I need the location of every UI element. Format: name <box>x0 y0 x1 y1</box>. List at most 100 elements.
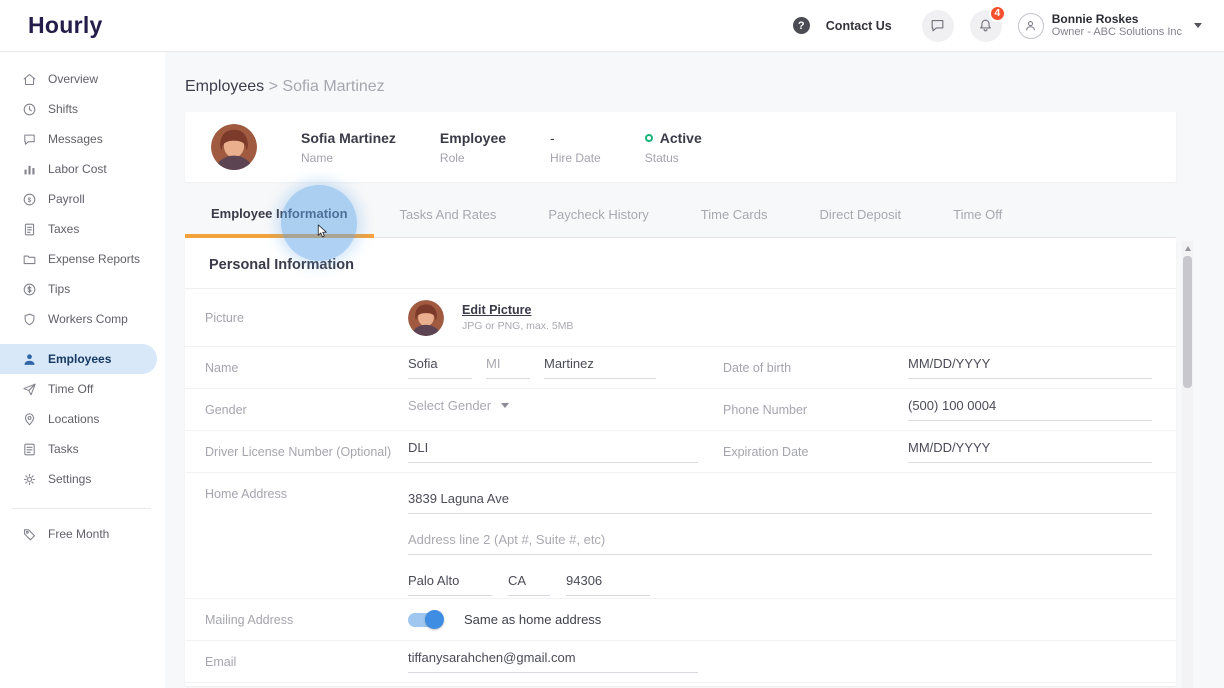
svg-text:$: $ <box>28 197 32 204</box>
city-input[interactable]: Palo Alto <box>408 573 492 596</box>
sidebar-item-label: Workers Comp <box>48 312 128 326</box>
user-menu[interactable]: Bonnie Roskes Owner - ABC Solutions Inc <box>1017 12 1202 39</box>
sidebar-item-settings[interactable]: Settings <box>0 464 165 494</box>
summary-name-label: Name <box>301 150 334 165</box>
first-name-input[interactable]: Sofia <box>408 356 472 379</box>
sidebar-item-employees[interactable]: Employees <box>0 344 157 374</box>
summary-name-value: Sofia Martinez <box>301 129 396 146</box>
toggle-knob <box>425 609 444 629</box>
breadcrumb: Employees > Sofia Martinez <box>185 78 1224 96</box>
user-name: Bonnie Roskes <box>1051 12 1139 26</box>
expiration-label: Expiration Date <box>723 444 809 459</box>
tab-time-cards[interactable]: Time Cards <box>675 192 794 237</box>
mailing-address-label: Mailing Address <box>205 612 294 627</box>
toggle-label: Same as home address <box>464 612 602 627</box>
chevron-down-icon <box>501 403 510 408</box>
sidebar-item-label: Tips <box>48 282 71 296</box>
dollar-circle-icon: $ <box>23 193 36 205</box>
sidebar-item-locations[interactable]: Locations <box>0 404 165 434</box>
clock-icon <box>23 103 36 115</box>
home-address-label: Home Address <box>205 487 287 501</box>
tab-employee-information[interactable]: Employee Information <box>185 192 374 238</box>
address-line2-input[interactable]: Address line 2 (Apt #, Suite #, etc) <box>408 532 1152 555</box>
dob-input[interactable]: MM/DD/YYYY <box>908 356 1152 379</box>
last-name-input[interactable]: Martinez <box>544 356 656 379</box>
sidebar-item-label: Free Month <box>48 527 110 541</box>
tag-icon <box>23 528 36 540</box>
sidebar-item-time-off[interactable]: Time Off <box>0 374 165 404</box>
sidebar-item-expense-reports[interactable]: Expense Reports <box>0 244 165 274</box>
avatar-image <box>408 299 444 336</box>
license-input[interactable]: DLI <box>408 440 698 463</box>
tab-time-off[interactable]: Time Off <box>927 192 1028 237</box>
section-title: Personal Information <box>185 238 1176 289</box>
picture-thumbnail <box>408 299 444 336</box>
user-role: Owner - ABC Solutions Inc <box>1051 26 1182 38</box>
tab-direct-deposit[interactable]: Direct Deposit <box>793 192 927 237</box>
gender-label: Gender <box>205 402 247 417</box>
personal-information-card: Personal Information Picture Edit Pictur… <box>185 238 1176 686</box>
sidebar-item-shifts[interactable]: Shifts <box>0 94 165 124</box>
summary-name: Sofia Martinez Name <box>301 130 396 165</box>
picture-hint: JPG or PNG, max. 5MB <box>462 320 574 332</box>
chevron-down-icon <box>1194 23 1202 28</box>
help-icon[interactable]: ? <box>792 17 810 34</box>
breadcrumb-separator: > <box>268 78 278 95</box>
home-address-row: Home Address 3839 Laguna Ave Address lin… <box>185 473 1176 599</box>
edit-picture-link[interactable]: Edit Picture <box>462 303 573 317</box>
sidebar-item-taxes[interactable]: Taxes <box>0 214 165 244</box>
home-icon <box>23 73 36 85</box>
summary-hire-date-label: Hire Date <box>550 150 601 165</box>
picture-label: Picture <box>205 310 244 325</box>
state-input[interactable]: CA <box>508 573 550 596</box>
sidebar-item-payroll[interactable]: $ Payroll <box>0 184 165 214</box>
gender-select[interactable]: Select Gender <box>408 398 534 421</box>
sidebar-item-tasks[interactable]: Tasks <box>0 434 165 464</box>
contact-us-link[interactable]: Contact Us <box>826 19 892 33</box>
scroll-thumb[interactable] <box>1183 256 1192 388</box>
zip-input[interactable]: 94306 <box>566 573 650 596</box>
sidebar-item-overview[interactable]: Overview <box>0 64 165 94</box>
shield-icon <box>24 313 35 325</box>
license-label: Driver License Number (Optional) <box>205 444 392 459</box>
name-label: Name <box>205 360 239 375</box>
avatar <box>1017 12 1044 39</box>
sidebar: Overview Shifts Messages Labor Cost $ Pa… <box>0 52 165 688</box>
tab-tasks-and-rates[interactable]: Tasks And Rates <box>374 192 523 237</box>
sidebar-divider <box>12 508 151 509</box>
sidebar-item-tips[interactable]: Tips <box>0 274 165 304</box>
notifications-button[interactable]: 4 <box>969 4 1006 42</box>
sidebar-item-label: Locations <box>48 412 100 426</box>
breadcrumb-employees[interactable]: Employees <box>185 78 264 95</box>
sidebar-item-free-month[interactable]: Free Month <box>0 519 165 549</box>
sidebar-item-workers-comp[interactable]: Workers Comp <box>0 304 165 334</box>
sidebar-item-label: Settings <box>48 472 92 486</box>
chat-bubble-icon <box>24 134 35 145</box>
tab-paycheck-history[interactable]: Paycheck History <box>522 192 674 237</box>
app-logo[interactable]: Hourly <box>28 12 103 39</box>
email-input[interactable]: tiffanysarahchen@gmail.com <box>408 650 698 673</box>
paper-plane-icon <box>23 383 36 395</box>
summary-hire-date-value: - <box>550 129 555 146</box>
person-icon <box>24 353 35 365</box>
phone-input[interactable]: (500) 100 0004 <box>908 398 1152 421</box>
address-line1-input[interactable]: 3839 Laguna Ave <box>408 491 1152 514</box>
sidebar-item-messages[interactable]: Messages <box>0 124 165 154</box>
sidebar-item-label: Labor Cost <box>48 162 107 176</box>
employee-summary-card: Sofia Martinez Name Employee Role - Hire… <box>185 112 1176 182</box>
scrollbar[interactable] <box>1182 241 1193 688</box>
checklist-icon <box>24 443 35 455</box>
messages-button[interactable] <box>921 9 954 42</box>
middle-initial-input[interactable]: MI <box>486 356 530 379</box>
gender-row: Gender Select Gender Phone Number (500) … <box>185 389 1176 431</box>
scroll-up-arrow[interactable] <box>1182 241 1193 255</box>
status-text: Active <box>659 129 702 146</box>
expiration-input[interactable]: MM/DD/YYYY <box>908 440 1152 463</box>
sidebar-item-label: Overview <box>48 72 99 86</box>
sidebar-item-label: Time Off <box>48 382 94 396</box>
summary-role-value: Employee <box>439 129 507 146</box>
same-as-home-toggle[interactable] <box>408 609 444 629</box>
sidebar-item-labor-cost[interactable]: Labor Cost <box>0 154 165 184</box>
summary-role-label: Role <box>439 150 465 165</box>
phone-label: Phone Number <box>723 402 808 417</box>
